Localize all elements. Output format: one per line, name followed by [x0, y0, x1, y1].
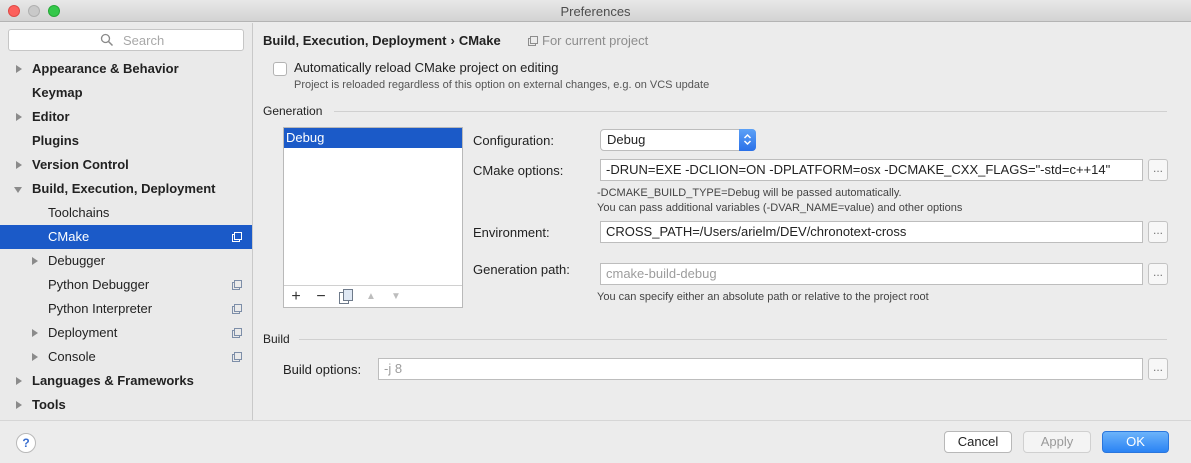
sidebar-item-keymap[interactable]: Keymap: [0, 81, 252, 105]
generation-section-title: Generation: [263, 104, 323, 118]
generation-divider: [334, 111, 1167, 112]
window-title: Preferences: [560, 4, 631, 19]
project-settings-icon: [232, 304, 242, 314]
expand-arrow-icon[interactable]: [16, 65, 22, 73]
configuration-select[interactable]: Debug: [600, 129, 756, 151]
sidebar-item-toolchains[interactable]: Toolchains: [0, 201, 252, 225]
environment-label: Environment:: [473, 225, 550, 240]
collapse-arrow-icon[interactable]: [14, 187, 22, 193]
add-profile-button[interactable]: +: [287, 288, 305, 306]
project-settings-icon: [232, 352, 242, 362]
environment-input[interactable]: CROSS_PATH=/Users/arielm/DEV/chronotext-…: [600, 221, 1143, 243]
expand-arrow-icon[interactable]: [16, 401, 22, 409]
select-stepper-icon: [739, 129, 756, 151]
sidebar-item-debugger[interactable]: Debugger: [0, 249, 252, 273]
breadcrumb-current: CMake: [458, 33, 501, 48]
cmake-options-help-2: You can pass additional variables (-DVAR…: [597, 202, 963, 214]
cmake-options-input[interactable]: -DRUN=EXE -DCLION=ON -DPLATFORM=osx -DCM…: [600, 159, 1143, 181]
move-up-button[interactable]: ▲: [362, 288, 380, 306]
cmake-options-help-1: -DCMAKE_BUILD_TYPE=Debug will be passed …: [597, 187, 902, 199]
build-divider: [299, 339, 1167, 340]
breadcrumb: Build, Execution, Deployment › CMake: [263, 33, 501, 48]
project-settings-icon: [232, 280, 242, 290]
profile-list[interactable]: Debug + − ▲ ▼: [283, 127, 463, 308]
environment-browse-button[interactable]: ...: [1148, 221, 1168, 243]
sidebar-item-version-control[interactable]: Version Control: [0, 153, 252, 177]
expand-arrow-icon[interactable]: [32, 329, 38, 337]
project-settings-icon: [232, 328, 242, 338]
project-settings-icon: [232, 232, 242, 242]
remove-profile-button[interactable]: −: [312, 288, 330, 306]
expand-arrow-icon[interactable]: [16, 161, 22, 169]
generation-path-browse-button[interactable]: ...: [1148, 263, 1168, 285]
cmake-options-label: CMake options:: [473, 163, 564, 178]
build-options-expand-button[interactable]: ...: [1148, 358, 1168, 380]
sidebar-item-editor[interactable]: Editor: [0, 105, 252, 129]
auto-reload-help: Project is reloaded regardless of this o…: [294, 79, 710, 91]
settings-sidebar: Search Appearance & Behavior Keymap Edit…: [0, 23, 253, 420]
generation-path-label: Generation path:: [473, 262, 570, 277]
scope-note: For current project: [528, 33, 648, 48]
sidebar-item-python-debugger[interactable]: Python Debugger: [0, 273, 252, 297]
configuration-value: Debug: [607, 132, 646, 147]
build-options-label: Build options:: [283, 362, 362, 377]
breadcrumb-separator: ›: [450, 33, 455, 48]
dialog-button-bar: ? Cancel Apply OK: [0, 420, 1191, 463]
expand-arrow-icon[interactable]: [16, 113, 22, 121]
sidebar-item-tools[interactable]: Tools: [0, 393, 252, 417]
ok-button[interactable]: OK: [1102, 431, 1169, 453]
profile-item-debug[interactable]: Debug: [284, 128, 462, 148]
search-icon: [100, 33, 114, 47]
copy-icon: [339, 289, 353, 304]
help-button[interactable]: ?: [16, 433, 36, 453]
auto-reload-label[interactable]: Automatically reload CMake project on ed…: [294, 60, 558, 75]
sidebar-item-appearance-behavior[interactable]: Appearance & Behavior: [0, 57, 252, 81]
breadcrumb-parent[interactable]: Build, Execution, Deployment: [263, 33, 446, 48]
sidebar-item-cmake[interactable]: CMake: [0, 225, 252, 249]
expand-arrow-icon[interactable]: [16, 377, 22, 385]
sidebar-item-python-interpreter[interactable]: Python Interpreter: [0, 297, 252, 321]
profile-list-toolbar: + − ▲ ▼: [284, 285, 462, 307]
generation-path-input[interactable]: cmake-build-debug: [600, 263, 1143, 285]
move-down-button[interactable]: ▼: [387, 288, 405, 306]
search-input[interactable]: Search: [8, 29, 244, 51]
cmake-options-expand-button[interactable]: ...: [1148, 159, 1168, 181]
search-placeholder: Search: [123, 33, 165, 48]
generation-path-help: You can specify either an absolute path …: [597, 291, 929, 303]
sidebar-item-console[interactable]: Console: [0, 345, 252, 369]
auto-reload-checkbox[interactable]: [273, 62, 287, 76]
expand-arrow-icon[interactable]: [32, 353, 38, 361]
sidebar-item-languages-frameworks[interactable]: Languages & Frameworks: [0, 369, 252, 393]
cancel-button[interactable]: Cancel: [944, 431, 1012, 453]
sidebar-item-build-execution-deployment[interactable]: Build, Execution, Deployment: [0, 177, 252, 201]
copy-profile-button[interactable]: [337, 288, 355, 306]
configuration-label: Configuration:: [473, 133, 554, 148]
apply-button[interactable]: Apply: [1023, 431, 1091, 453]
build-section-title: Build: [263, 332, 290, 346]
build-options-input[interactable]: -j 8: [378, 358, 1143, 380]
expand-arrow-icon[interactable]: [32, 257, 38, 265]
scope-note-text: For current project: [542, 33, 649, 48]
window-titlebar: Preferences: [0, 0, 1191, 22]
sidebar-item-plugins[interactable]: Plugins: [0, 129, 252, 153]
project-settings-icon: [528, 36, 538, 46]
sidebar-item-deployment[interactable]: Deployment: [0, 321, 252, 345]
